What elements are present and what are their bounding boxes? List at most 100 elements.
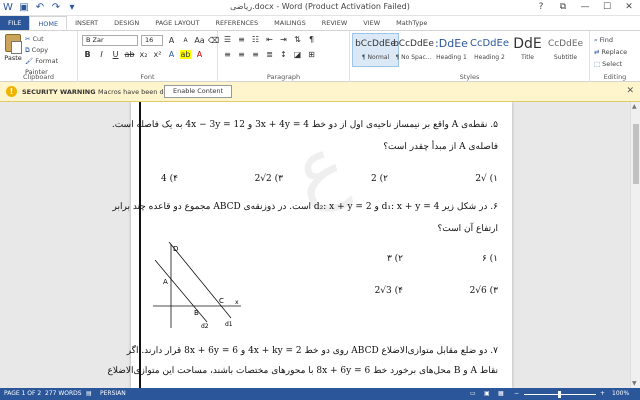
font-color-icon[interactable]: A (194, 50, 205, 59)
align-center-icon[interactable]: ≡ (236, 50, 247, 59)
q6-option-3: ۳) 6√2 (469, 286, 498, 296)
bold-icon[interactable]: B (82, 50, 93, 59)
select-icon: ⬚ (594, 60, 601, 68)
justify-icon[interactable]: ≣ (264, 50, 275, 59)
help-button[interactable]: ? (530, 0, 552, 15)
replace-button[interactable]: ⇄ Replace (594, 46, 629, 58)
sort-icon[interactable]: ⇅ (292, 35, 303, 44)
line-d2 (154, 259, 208, 323)
tab-mathtype[interactable]: MathType (388, 16, 435, 30)
subscript-icon[interactable]: x₂ (138, 50, 149, 59)
q5-options: ۱) √2 ۲) 2 ۳) 2√2 ۴) 4 (151, 174, 498, 188)
label-D: D (173, 245, 178, 253)
text-effects-icon[interactable]: A (166, 50, 177, 59)
scroll-up-icon[interactable]: ▲ (632, 103, 637, 110)
align-right-icon[interactable]: ≡ (250, 50, 261, 59)
status-bar: PAGE 1 OF 2 277 WORDS ▤ PERSIAN ▭ ▣ ▦ − … (0, 388, 640, 400)
strikethrough-icon[interactable]: ab (124, 50, 135, 59)
maximize-button[interactable]: ☐ (596, 0, 618, 15)
copy-button[interactable]: ⧉ Copy (25, 45, 77, 56)
scroll-down-icon[interactable]: ▼ (632, 380, 637, 387)
q5-option-1: ۱) √2 (475, 174, 498, 184)
page-count[interactable]: PAGE 1 OF 2 (4, 388, 41, 400)
read-mode-icon[interactable]: ▭ (470, 388, 476, 400)
title-bar: W ▣ ↶ ↷ ▾ ریاضی.docx - Word (Product Act… (0, 0, 640, 16)
close-icon[interactable]: ✕ (626, 86, 634, 96)
language-indicator[interactable]: PERSIAN (100, 388, 126, 400)
numbering-icon[interactable]: ≡ (236, 35, 247, 44)
q6-options-row-1: ۱) ۶ ۲) ۳ (251, 254, 498, 268)
print-layout-icon[interactable]: ▣ (484, 388, 490, 400)
find-label: Find (599, 36, 613, 44)
enable-content-button[interactable]: Enable Content (164, 85, 233, 98)
cut-label: Cut (32, 35, 44, 43)
paragraph-group-label: Paragraph (266, 73, 301, 81)
grow-font-icon[interactable]: A (166, 36, 177, 45)
proofing-icon[interactable]: ▤ (86, 388, 92, 400)
q6-line-2: ارتفاع آن است؟ (437, 224, 498, 234)
tab-mailings[interactable]: MAILINGS (266, 16, 314, 30)
label-A: A (163, 278, 168, 286)
replace-label: Replace (601, 48, 628, 56)
tab-view[interactable]: VIEW (355, 16, 388, 30)
line-spacing-icon[interactable]: ↕ (278, 50, 289, 59)
scissors-icon: ✂ (25, 35, 31, 43)
style-subtitle-preview: CcDdEe (547, 39, 584, 49)
style-subtitle-name: Subtitle (553, 54, 578, 61)
word-count[interactable]: 277 WORDS (45, 388, 82, 400)
show-marks-icon[interactable]: ¶ (306, 35, 317, 44)
close-button[interactable]: ✕ (618, 0, 640, 15)
increase-indent-icon[interactable]: ⇥ (278, 35, 289, 44)
borders-icon[interactable]: ⊞ (306, 50, 317, 59)
cut-button[interactable]: ✂ Cut (25, 34, 77, 45)
select-label: Select (602, 60, 623, 68)
change-case-icon[interactable]: Aa (194, 36, 205, 45)
tab-references[interactable]: REFERENCES (207, 16, 266, 30)
underline-icon[interactable]: U (110, 50, 121, 59)
document-page[interactable]: ع ۵. نقطه‌ی A واقع بر نیمساز ناحیه‌ی اول… (107, 102, 512, 388)
copy-icon: ⧉ (25, 46, 30, 54)
tab-review[interactable]: REVIEW (314, 16, 356, 30)
multilevel-list-icon[interactable]: ☷ (250, 35, 261, 44)
zoom-in-icon[interactable]: + (600, 388, 605, 400)
zoom-level[interactable]: 100% (612, 388, 629, 400)
q5-option-4: ۴) 4 (161, 174, 178, 184)
styles-group-label: Styles (459, 73, 480, 81)
minimize-button[interactable]: — (574, 0, 596, 15)
q6-option-1: ۱) ۶ (481, 254, 498, 264)
tab-insert[interactable]: INSERT (67, 16, 106, 30)
align-left-icon[interactable]: ≡ (222, 50, 233, 59)
font-name-select[interactable]: B Zar (82, 35, 138, 46)
zoom-slider-thumb[interactable] (558, 391, 561, 398)
italic-icon[interactable]: I (96, 50, 107, 59)
zoom-out-icon[interactable]: − (514, 388, 519, 400)
label-C: C (219, 297, 224, 305)
style-subtitle[interactable]: CcDdEe Subtitle (542, 33, 589, 67)
find-button[interactable]: ⌕ Find (594, 34, 629, 46)
web-layout-icon[interactable]: ▦ (498, 388, 504, 400)
replace-icon: ⇄ (594, 48, 600, 56)
scroll-thumb[interactable] (633, 124, 639, 184)
font-size-select[interactable]: 16 (141, 35, 163, 46)
q5-line-2: فاصله‌ی A از مبدأ چقدر است؟ (383, 142, 498, 152)
decrease-indent-icon[interactable]: ⇤ (264, 35, 275, 44)
brush-icon: 🖌 (25, 57, 34, 65)
shading-icon[interactable]: ◪ (292, 50, 303, 59)
highlight-icon[interactable]: ab (180, 50, 191, 59)
tab-page-layout[interactable]: PAGE LAYOUT (147, 16, 207, 30)
tab-file[interactable]: FILE (0, 16, 30, 30)
q7-line-1: ۷. دو ضلع مقابل متوازی‌الاضلاع ABCD روی … (126, 346, 498, 356)
q6-options-row-2: ۳) 6√2 ۴) 3√2 (251, 286, 498, 300)
tab-design[interactable]: DESIGN (106, 16, 147, 30)
paste-button[interactable]: Paste (3, 34, 23, 62)
vertical-scrollbar[interactable]: ▲ ▼ (630, 102, 640, 388)
ribbon-display-button[interactable]: ⧉ (552, 0, 574, 15)
shrink-font-icon[interactable]: A (180, 37, 191, 44)
select-button[interactable]: ⬚ Select (594, 58, 629, 70)
paragraph-group: ☰ ≡ ☷ ⇤ ⇥ ⇅ ¶ ≡ ≡ ≡ ≣ ↕ ◪ ⊞ Paragraph (218, 31, 350, 82)
tab-home[interactable]: HOME (29, 16, 68, 30)
warning-icon: ! (6, 86, 17, 97)
superscript-icon[interactable]: x² (152, 50, 163, 59)
window-controls: ? ⧉ — ☐ ✕ (530, 0, 640, 15)
bullets-icon[interactable]: ☰ (222, 35, 233, 44)
